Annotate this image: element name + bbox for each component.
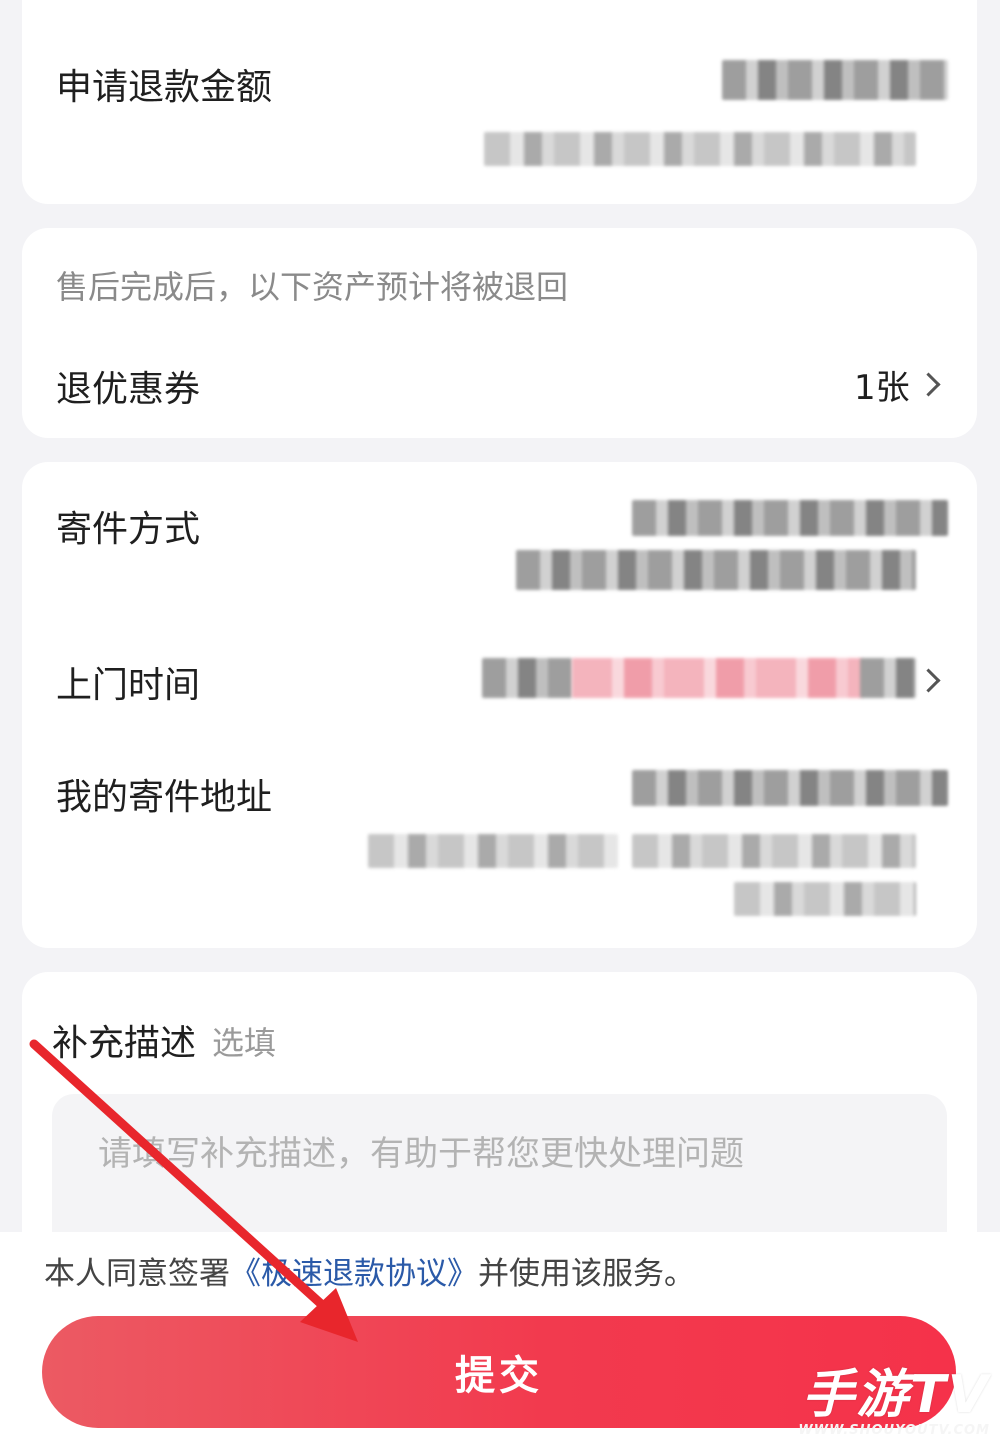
chevron-right-icon bbox=[916, 668, 941, 693]
description-optional-hint: 选填 bbox=[212, 1024, 277, 1062]
sender-phone-redacted bbox=[368, 834, 618, 868]
sender-address-line2-redacted bbox=[734, 882, 916, 916]
sender-address-line1-redacted bbox=[632, 834, 916, 868]
refund-amount-detail-redacted bbox=[484, 132, 916, 166]
refund-amount-label: 申请退款金额 bbox=[56, 67, 273, 108]
shipping-method-detail-redacted bbox=[516, 550, 916, 590]
watermark-url: WWW.SHOUYOUTV.COM bbox=[798, 1423, 990, 1438]
sender-address-label: 我的寄件地址 bbox=[56, 777, 273, 818]
shipping-method-label: 寄件方式 bbox=[56, 509, 201, 550]
pickup-time-value-redacted-b bbox=[572, 658, 862, 698]
assets-return-notice: 售后完成后，以下资产预计将被退回 bbox=[56, 268, 569, 306]
description-title: 补充描述 bbox=[52, 1023, 197, 1064]
pickup-time-value-redacted-a bbox=[482, 658, 572, 698]
description-placeholder: 请填写补充描述，有助于帮您更快处理问题 bbox=[98, 1134, 744, 1174]
agreement-prefix: 本人同意签署 bbox=[44, 1256, 230, 1292]
agreement-text: 本人同意签署《极速退款协议》并使用该服务。 bbox=[44, 1248, 695, 1293]
coupon-label: 退优惠券 bbox=[56, 369, 201, 410]
chevron-right-icon bbox=[916, 372, 941, 397]
refund-amount-value-redacted bbox=[722, 60, 948, 100]
sender-name-redacted bbox=[632, 770, 948, 806]
coupon-row[interactable]: 退优惠券 1张 bbox=[22, 340, 977, 430]
refund-agreement-link[interactable]: 《极速退款协议》 bbox=[230, 1256, 478, 1292]
watermark-brand: 手游TV bbox=[802, 1365, 990, 1425]
watermark: 手游TV WWW.SHOUYOUTV.COM bbox=[798, 1352, 990, 1438]
pickup-time-label: 上门时间 bbox=[56, 665, 201, 706]
shipping-method-value-redacted bbox=[632, 500, 948, 536]
pickup-time-value-redacted-c bbox=[860, 658, 916, 698]
coupon-count: 1张 bbox=[854, 368, 910, 408]
pickup-time-row[interactable]: 上门时间 bbox=[22, 640, 977, 720]
agreement-suffix: 并使用该服务。 bbox=[478, 1256, 695, 1292]
